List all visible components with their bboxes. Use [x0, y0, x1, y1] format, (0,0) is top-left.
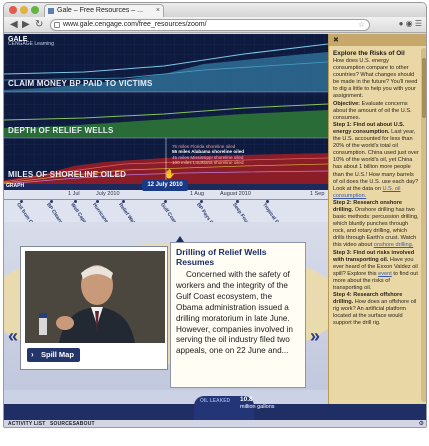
- legend-alabama: 55 miles Alabama shoreline oiled: [172, 149, 245, 155]
- video-panel: › Spill Map: [20, 246, 168, 370]
- settings-icon[interactable]: ⚙: [419, 420, 424, 427]
- gale-logo: GALE CENGAGE Learning: [8, 36, 54, 47]
- band-label-shoreline: MILES OF SHORELINE OILED: [8, 170, 127, 179]
- sources-link[interactable]: SOURCES: [50, 421, 76, 427]
- chart-svg: [4, 34, 328, 184]
- gauge-value: 10.8: [240, 396, 253, 403]
- about-link[interactable]: ABOUT: [76, 421, 95, 427]
- logo-sub: CENGAGE Learning: [8, 41, 54, 47]
- favicon-icon: [48, 8, 54, 14]
- tab-title: Gale – Free Resources – ...: [57, 7, 143, 14]
- url-text: www.gale.cengage.com/free_resources/zoom…: [63, 21, 207, 28]
- previous-arrow-icon[interactable]: «: [8, 326, 18, 347]
- video-player[interactable]: [25, 251, 165, 343]
- article-body: Concerned with the safety of workers and…: [176, 270, 293, 356]
- spill-map-button[interactable]: › Spill Map: [27, 348, 80, 362]
- onshore-drilling-link[interactable]: onshore drilling.: [374, 242, 414, 248]
- chevron-right-icon: ›: [31, 350, 34, 359]
- story-stage: › Spill Map Drilling of Relief Wells Res…: [4, 222, 344, 390]
- reading-intro: How does U.S. energy consumption compare…: [333, 58, 418, 100]
- reading-content: Explore the Risks of Oil How does U.S. e…: [333, 50, 419, 400]
- page-icon: [54, 22, 60, 28]
- spill-map-bar: › Spill Map: [21, 343, 167, 369]
- article-title: Drilling of Relief Wells Resumes: [176, 247, 267, 267]
- date-july-2010: July 2010: [96, 191, 120, 197]
- date-1-jul: 1 Jul: [68, 191, 80, 197]
- footer-links: ACTIVITY LIST SOURCES ABOUT ⚙: [4, 420, 426, 427]
- selected-date-marker[interactable]: 12 July 2010: [142, 180, 188, 191]
- title-bar: Gale – Free Resources – ... ×: [4, 3, 426, 17]
- speaker-photo: [25, 251, 165, 343]
- bookmark-star-icon[interactable]: ☆: [358, 20, 365, 30]
- graph-label: GRAPH: [6, 183, 25, 189]
- activity-list-link[interactable]: ACTIVITY LIST: [8, 421, 46, 427]
- reading-title: Explore the Risks of Oil: [333, 50, 405, 57]
- oil-leaked-gauge: OIL LEAKED 10.8 million gallons: [194, 396, 275, 420]
- reading-scroll-thumb[interactable]: [422, 58, 426, 118]
- shoreline-legend: 75 miles Florida shoreline oiled 55 mile…: [172, 144, 244, 165]
- reading-panel: ✖ Explore the Risks of Oil How does U.S.…: [328, 34, 426, 404]
- panel-close-icon[interactable]: ✖: [333, 36, 339, 44]
- legend-louisiana: 100 miles Louisiana shoreline oiled: [172, 159, 244, 165]
- article-card: Drilling of Relief Wells Resumes Concern…: [170, 242, 306, 388]
- spill-map-label: Spill Map: [41, 350, 74, 359]
- objective-label: Objective:: [333, 100, 361, 107]
- back-arrow-icon[interactable]: ◀: [10, 19, 18, 30]
- band-label-claims: CLAIM MONEY BP PAID TO VICTIMS: [8, 79, 153, 88]
- browser-window: Gale – Free Resources – ... × ◀ ▶ ↻ www.…: [3, 2, 427, 428]
- zoom-window-icon[interactable]: [31, 6, 39, 14]
- reading-panel-header: ✖: [329, 34, 426, 46]
- event-link[interactable]: event: [378, 271, 392, 277]
- gauge-unit: million gallons: [240, 404, 275, 410]
- cursor-hand-icon: ✋: [164, 169, 176, 179]
- address-bar[interactable]: www.gale.cengage.com/free_resources/zoom…: [50, 19, 370, 31]
- close-window-icon[interactable]: [9, 6, 17, 14]
- gauge-label: OIL LEAKED: [200, 398, 231, 404]
- step-1-text: Last year, the U.S. accounted for less t…: [333, 128, 419, 192]
- date-1-aug: 1 Aug: [190, 191, 205, 197]
- date-august-2010: August 2010: [220, 191, 251, 197]
- reload-icon[interactable]: ↻: [35, 19, 43, 30]
- minimize-window-icon[interactable]: [20, 6, 28, 14]
- tab-close-icon[interactable]: ×: [156, 5, 160, 17]
- date-1-sep: 1 Sep: [310, 191, 325, 197]
- timeline-chart[interactable]: GALE CENGAGE Learning CLAIM MONEY BP PAI…: [4, 34, 328, 184]
- reading-scrollbar[interactable]: [421, 48, 426, 402]
- band-label-relief-wells: DEPTH OF RELIEF WELLS: [8, 126, 114, 135]
- forward-arrow-icon[interactable]: ▶: [22, 19, 30, 30]
- zoom-app: GALE CENGAGE Learning CLAIM MONEY BP PAI…: [4, 34, 426, 427]
- browser-tab[interactable]: Gale – Free Resources – ... ×: [44, 4, 164, 17]
- next-arrow-icon[interactable]: »: [310, 326, 320, 347]
- browser-toolbar: ◀ ▶ ↻ www.gale.cengage.com/free_resource…: [4, 17, 426, 33]
- timeline-dates[interactable]: 1 Jul July 2010 1 Aug August 2010 1 Sep: [4, 190, 328, 200]
- extensions-icon[interactable]: ● ◉ ☰: [399, 19, 422, 28]
- footer-bar: OIL LEAKED 10.8 million gallons: [4, 396, 426, 420]
